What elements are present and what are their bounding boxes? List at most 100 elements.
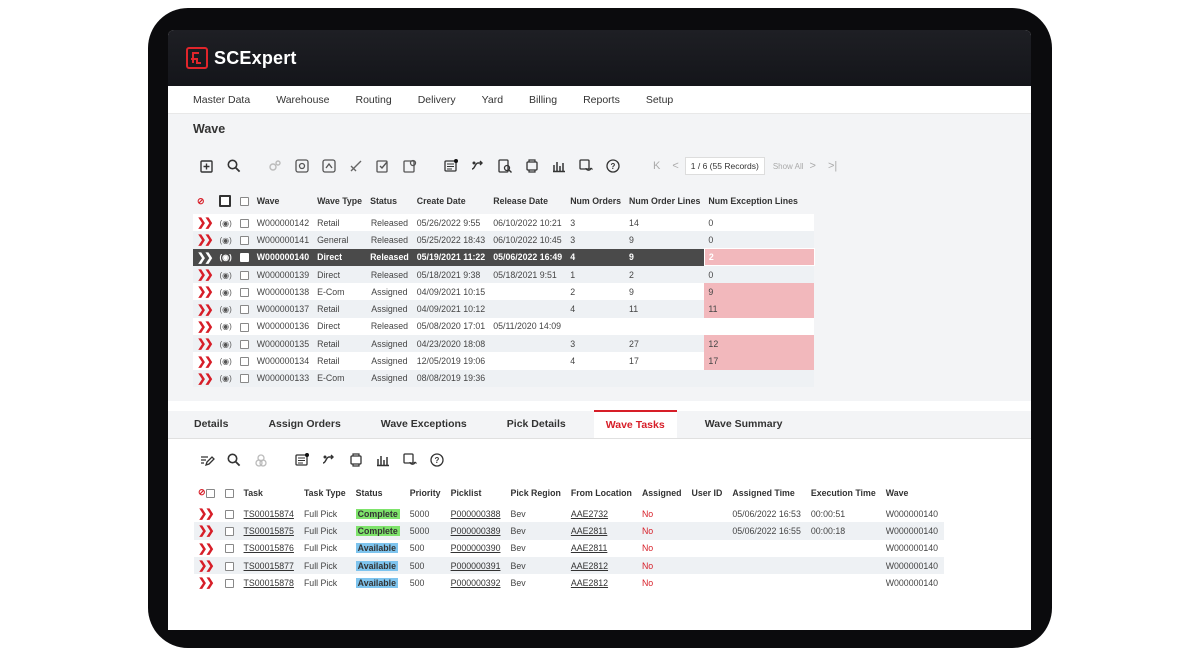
menu-item-reports[interactable]: Reports — [583, 94, 620, 106]
sync-icon[interactable] — [399, 449, 421, 471]
col-wave[interactable]: Wave — [253, 188, 313, 214]
task-row[interactable]: ❯❯ TS00015878 Full Pick Available 500 P000000… — [194, 574, 945, 592]
menu-item-master-data[interactable]: Master Data — [193, 94, 250, 106]
view-icon[interactable]: (◉) — [215, 352, 236, 370]
help-icon[interactable]: ? — [602, 155, 624, 177]
task-row[interactable]: ❯❯ TS00015876 Full Pick Available 500 P000000… — [194, 539, 945, 557]
expand-icon[interactable]: ❯❯ — [194, 556, 221, 575]
chart-icon[interactable] — [372, 449, 394, 471]
row-checkbox[interactable] — [220, 574, 240, 592]
row-checkbox[interactable] — [220, 556, 240, 575]
row-checkbox[interactable] — [235, 265, 253, 284]
wave-row[interactable]: ❯❯ (◉) W000000135 Retail Assigned 04/23/2020 … — [193, 335, 815, 353]
row-checkbox[interactable] — [235, 300, 253, 318]
expand-icon[interactable]: ❯❯ — [193, 300, 216, 318]
cancel-wave-icon[interactable] — [345, 155, 367, 177]
expand-icon[interactable]: ❯❯ — [194, 574, 221, 592]
expand-icon[interactable]: ❯❯ — [194, 504, 221, 523]
clear-filter-icon[interactable]: ⊘ — [194, 481, 221, 505]
col-task[interactable]: Task — [240, 481, 300, 505]
sync-icon[interactable] — [575, 155, 597, 177]
tab-pick-details[interactable]: Pick Details — [495, 410, 578, 438]
prev-page-button[interactable]: < — [672, 160, 678, 172]
export-csv-icon[interactable] — [345, 449, 367, 471]
document-icon[interactable] — [440, 155, 462, 177]
first-page-button[interactable]: K — [653, 160, 660, 172]
col-execution-time[interactable]: Execution Time — [807, 481, 882, 505]
expand-icon[interactable]: ❯❯ — [193, 231, 216, 249]
expand-icon[interactable]: ❯❯ — [193, 214, 216, 232]
cell-picklist[interactable]: P000000391 — [451, 561, 501, 571]
cell-picklist[interactable]: P000000390 — [451, 543, 501, 553]
select-all-checkbox[interactable] — [215, 188, 235, 214]
wave-row[interactable]: ❯❯ (◉) W000000134 Retail Assigned 12/05/2019 … — [193, 352, 815, 370]
wave-row[interactable]: ❯❯ (◉) W000000138 E-Com Assigned 04/09/2021 1… — [193, 283, 815, 301]
row-checkbox[interactable] — [235, 317, 253, 336]
task-row[interactable]: ❯❯ TS00015875 Full Pick Complete 5000 P000000… — [194, 522, 945, 540]
cell-from-location[interactable]: AAE2811 — [571, 543, 608, 553]
view-icon[interactable]: (◉) — [215, 317, 236, 336]
col-assigned[interactable]: Assigned — [638, 481, 688, 505]
row-checkbox[interactable] — [235, 335, 253, 353]
cell-task[interactable]: TS00015878 — [244, 578, 294, 588]
tab-wave-tasks[interactable]: Wave Tasks — [593, 409, 677, 438]
col-task-type[interactable]: Task Type — [300, 481, 352, 505]
view-icon[interactable]: (◉) — [215, 231, 236, 249]
col-from-location[interactable]: From Location — [567, 481, 638, 505]
expand-icon[interactable]: ❯❯ — [193, 369, 216, 387]
row-checkbox[interactable] — [235, 231, 253, 249]
cell-picklist[interactable]: P000000392 — [451, 578, 501, 588]
row-checkbox[interactable] — [235, 352, 253, 370]
show-all-button[interactable]: Show All — [773, 162, 804, 171]
search-icon[interactable] — [223, 449, 245, 471]
document-icon[interactable] — [291, 449, 313, 471]
col-create-date[interactable]: Create Date — [413, 188, 490, 214]
expand-icon[interactable]: ❯❯ — [194, 539, 221, 557]
wave-row[interactable]: ❯❯ (◉) W000000133 E-Com Assigned 08/08/2019 1… — [193, 369, 815, 387]
col-wave[interactable]: Wave — [882, 481, 944, 505]
expand-icon[interactable]: ❯❯ — [193, 352, 216, 370]
select-all-checkbox[interactable] — [221, 481, 240, 505]
view-icon[interactable]: (◉) — [215, 283, 236, 301]
tab-wave-exceptions[interactable]: Wave Exceptions — [369, 410, 479, 438]
cell-from-location[interactable]: AAE2812 — [571, 561, 608, 571]
tab-details[interactable]: Details — [182, 410, 240, 438]
expand-icon[interactable]: ❯❯ — [193, 265, 216, 284]
tab-assign-orders[interactable]: Assign Orders — [256, 410, 352, 438]
cell-from-location[interactable]: AAE2811 — [571, 526, 608, 536]
col-picklist[interactable]: Picklist — [447, 481, 507, 505]
row-checkbox[interactable] — [220, 539, 240, 557]
row-checkbox[interactable] — [235, 214, 253, 232]
complete-icon[interactable] — [372, 155, 394, 177]
menu-item-billing[interactable]: Billing — [529, 94, 557, 106]
expand-icon[interactable]: ❯❯ — [194, 522, 221, 540]
menu-item-warehouse[interactable]: Warehouse — [276, 94, 329, 106]
cell-task[interactable]: TS00015876 — [244, 543, 294, 553]
col-num-order-lines[interactable]: Num Order Lines — [625, 188, 704, 214]
col-user-id[interactable]: User ID — [688, 481, 729, 505]
add-icon[interactable] — [196, 155, 218, 177]
chart-icon[interactable] — [548, 155, 570, 177]
search-icon[interactable] — [223, 155, 245, 177]
transfer-icon[interactable] — [467, 155, 489, 177]
view-icon[interactable]: (◉) — [215, 214, 236, 232]
view-icon[interactable]: (◉) — [215, 265, 236, 284]
col-wave-type[interactable]: Wave Type — [313, 188, 366, 214]
col-assigned-time[interactable]: Assigned Time — [728, 481, 807, 505]
report-icon[interactable] — [399, 155, 421, 177]
export-csv-icon[interactable] — [521, 155, 543, 177]
allocate-icon[interactable] — [291, 155, 313, 177]
wave-row[interactable]: ❯❯ (◉) W000000136 Direct Released 05/08/2020 … — [193, 317, 815, 336]
menu-item-setup[interactable]: Setup — [646, 94, 673, 106]
cell-from-location[interactable]: AAE2732 — [571, 509, 608, 519]
view-icon[interactable]: (◉) — [215, 300, 236, 318]
row-checkbox[interactable] — [235, 369, 253, 387]
menu-item-delivery[interactable]: Delivery — [418, 94, 456, 106]
cell-task[interactable]: TS00015875 — [244, 526, 294, 536]
cell-task[interactable]: TS00015874 — [244, 509, 294, 519]
next-page-button[interactable]: > — [810, 160, 816, 172]
clear-filter-icon[interactable]: ⊘ — [193, 188, 215, 214]
cell-picklist[interactable]: P000000388 — [451, 509, 501, 519]
col-priority[interactable]: Priority — [406, 481, 447, 505]
assign-user-icon[interactable] — [250, 449, 272, 471]
